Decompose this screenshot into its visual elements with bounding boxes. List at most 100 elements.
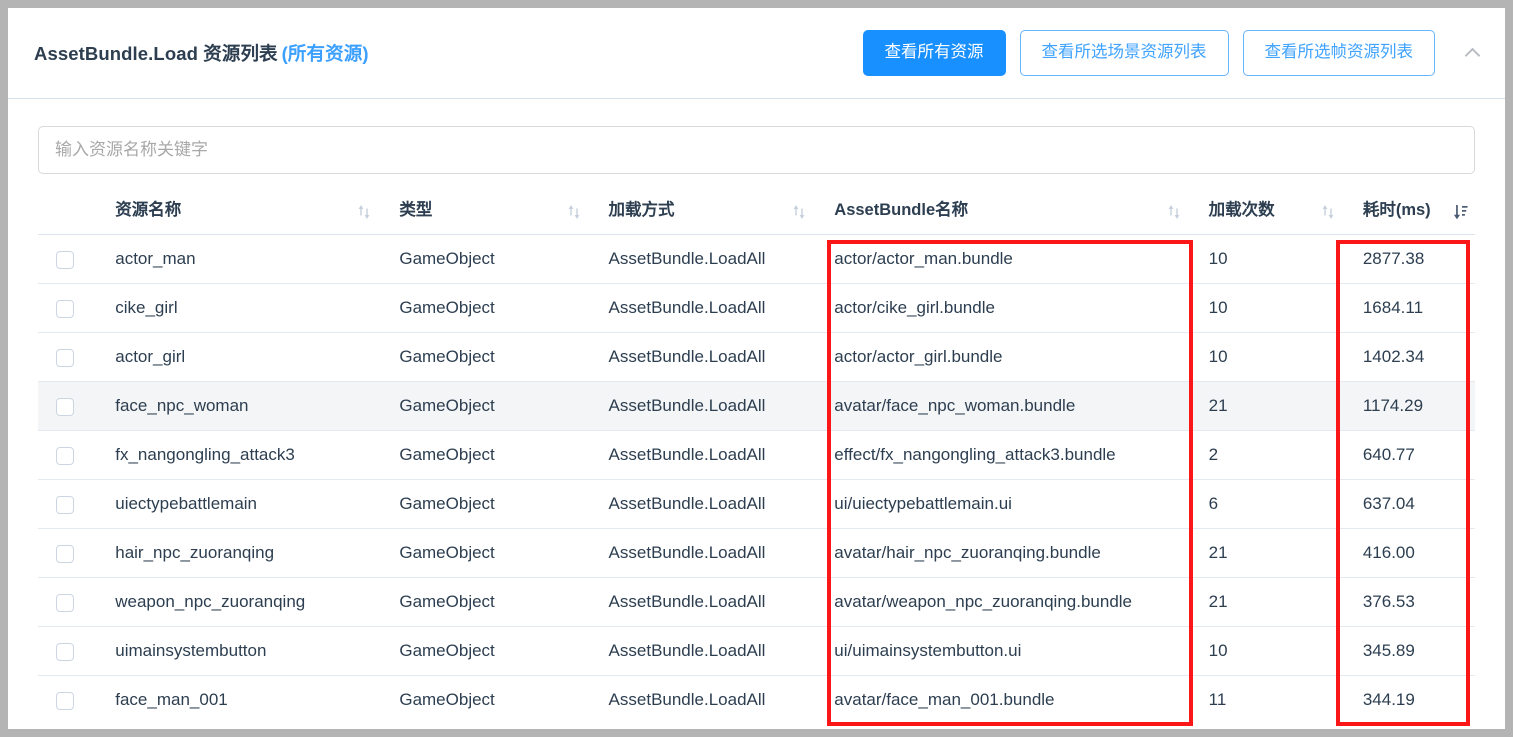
cell-type: GameObject <box>379 528 589 578</box>
column-header-cost-ms[interactable]: 耗时(ms) <box>1342 196 1475 235</box>
cell-assetbundle-name: effect/fx_nangongling_attack3.bundle <box>814 430 1189 480</box>
view-selected-scene-resources-button[interactable]: 查看所选场景资源列表 <box>1019 30 1229 76</box>
row-checkbox[interactable] <box>56 299 74 318</box>
page-title-main: AssetBundle.Load 资源列表 <box>34 43 278 64</box>
row-select-cell <box>38 577 96 627</box>
column-label-cost-ms: 耗时(ms) <box>1362 201 1431 219</box>
cell-cost-ms: 416.00 <box>1342 528 1475 578</box>
cell-type: GameObject <box>399 690 495 710</box>
cell-cost-ms: 1684.11 <box>1342 283 1475 333</box>
cell-resource-name: actor_man <box>95 234 380 284</box>
row-checkbox[interactable] <box>56 446 74 465</box>
column-header-load-count[interactable]: 加载次数 <box>1188 196 1343 235</box>
cell-load-count: 10 <box>1188 332 1343 382</box>
cell-type: GameObject <box>379 234 589 284</box>
table-row[interactable]: uimainsystembutton GameObject AssetBundle.… <box>38 626 1475 676</box>
resource-table-container: 资源名称 类型 加载方式 AssetBundle名称 加载次数 耗时(ms) a… <box>38 196 1475 726</box>
table-row[interactable]: cike_girl GameObject AssetBundle.LoadAll ac… <box>38 283 1475 333</box>
cell-load-count: 6 <box>1188 479 1343 529</box>
cell-load-count: 21 <box>1188 577 1343 627</box>
cell-cost-ms: 345.89 <box>1342 626 1475 676</box>
cell-cost-ms: 637.04 <box>1342 479 1475 529</box>
row-select-cell <box>38 430 96 480</box>
cell-type: GameObject <box>379 283 589 333</box>
column-header-type[interactable]: 类型 <box>379 196 589 235</box>
page-title: AssetBundle.Load 资源列表 (所有资源) <box>34 40 369 66</box>
row-checkbox[interactable] <box>56 397 74 416</box>
cell-load-count: 10 <box>1188 283 1343 333</box>
panel-header: AssetBundle.Load 资源列表 (所有资源) 查看所有资源 查看所选场… <box>8 8 1505 99</box>
cell-load-count: 21 <box>1188 528 1343 578</box>
row-checkbox[interactable] <box>56 348 74 367</box>
column-header-load-method[interactable]: 加载方式 <box>588 196 815 235</box>
sort-toggle-resource-name-icon[interactable] <box>357 204 371 220</box>
cell-assetbundle-name: ui/uimainsystembutton.ui <box>814 626 1189 676</box>
row-checkbox[interactable] <box>56 250 74 269</box>
table-row[interactable]: fx_nangongling_attack3 GameObject AssetBun… <box>38 430 1475 480</box>
cell-load-count: 21 <box>1188 381 1343 431</box>
cell-resource-name: actor_girl <box>95 332 380 382</box>
sort-toggle-load-method-icon[interactable] <box>792 204 806 220</box>
sort-toggle-assetbundle-name-icon[interactable] <box>1167 204 1181 220</box>
cell-load-count: 11 <box>1208 690 1227 710</box>
cell-resource-name: face_man_001 <box>115 690 228 710</box>
table-row[interactable]: uiectypebattlemain GameObject AssetBundle.… <box>38 479 1475 529</box>
row-checkbox[interactable] <box>56 544 74 563</box>
cell-load-method: AssetBundle.LoadAll <box>588 528 815 578</box>
cell-type: GameObject <box>379 332 589 382</box>
cell-cost-ms: 2877.38 <box>1342 234 1475 284</box>
table-row[interactable]: hair_npc_zuoranqing GameObject AssetBundle… <box>38 528 1475 578</box>
table-body: actor_man GameObject AssetBundle.LoadAll ac… <box>38 234 1475 725</box>
row-select-cell <box>38 676 95 725</box>
cell-assetbundle-name: ui/uiectypebattlemain.ui <box>814 479 1189 529</box>
cell-resource-name: cike_girl <box>95 283 380 333</box>
cell-assetbundle-name: avatar/weapon_npc_zuoranqing.bundle <box>814 577 1189 627</box>
table-row[interactable]: face_npc_woman GameObject AssetBundle.Load… <box>38 381 1475 431</box>
cell-resource-name: face_npc_woman <box>95 381 380 431</box>
cell-load-method: AssetBundle.LoadAll <box>588 381 815 431</box>
row-checkbox[interactable] <box>56 495 74 514</box>
cell-load-method: AssetBundle.LoadAll <box>588 626 815 676</box>
collapse-panel-button[interactable] <box>1457 38 1487 68</box>
view-all-resources-button[interactable]: 查看所有资源 <box>862 30 1006 76</box>
column-label-resource-name: 资源名称 <box>115 201 182 219</box>
column-label-load-method: 加载方式 <box>608 201 675 219</box>
cell-assetbundle-name: actor/actor_man.bundle <box>814 234 1189 284</box>
table-row[interactable]: actor_man GameObject AssetBundle.LoadAll ac… <box>38 234 1475 284</box>
cell-type: GameObject <box>379 479 589 529</box>
view-selected-frame-resources-button[interactable]: 查看所选帧资源列表 <box>1242 30 1435 76</box>
cell-resource-name: weapon_npc_zuoranqing <box>95 577 380 627</box>
cell-resource-name: uimainsystembutton <box>95 626 380 676</box>
cell-load-method: AssetBundle.LoadAll <box>588 332 815 382</box>
row-select-cell <box>38 528 96 578</box>
resource-table: 资源名称 类型 加载方式 AssetBundle名称 加载次数 耗时(ms) a… <box>38 196 1475 725</box>
header-actions: 查看所有资源 查看所选场景资源列表 查看所选帧资源列表 <box>862 30 1488 76</box>
row-select-cell <box>38 479 96 529</box>
panel-body: 资源名称 类型 加载方式 <box>8 99 1505 726</box>
table-row[interactable]: weapon_npc_zuoranqing GameObject AssetBund… <box>38 577 1475 627</box>
cell-resource-name: uiectypebattlemain <box>95 479 380 529</box>
row-checkbox[interactable] <box>56 691 74 710</box>
table-row[interactable]: face_man_001 GameObject AssetBundle.LoadAl… <box>38 676 1475 725</box>
cell-assetbundle-name: avatar/face_npc_woman.bundle <box>814 381 1189 431</box>
column-header-resource-name[interactable]: 资源名称 <box>95 196 380 235</box>
sort-toggle-load-count-icon[interactable] <box>1321 204 1335 220</box>
cell-cost-ms: 344.19 <box>1362 690 1415 710</box>
table-row[interactable]: actor_girl GameObject AssetBundle.LoadAll a… <box>38 332 1475 382</box>
cell-type: GameObject <box>379 430 589 480</box>
cell-cost-ms: 1174.29 <box>1342 381 1475 431</box>
cell-assetbundle-name: actor/cike_girl.bundle <box>814 283 1189 333</box>
cell-load-method: AssetBundle.LoadAll <box>588 234 815 284</box>
cell-cost-ms: 1402.34 <box>1342 332 1475 382</box>
sort-descending-active-icon[interactable] <box>1453 204 1468 220</box>
cell-load-count: 10 <box>1188 626 1343 676</box>
sort-toggle-type-icon[interactable] <box>567 204 581 220</box>
chevron-up-icon <box>1464 47 1480 63</box>
column-header-select <box>38 196 96 235</box>
row-checkbox[interactable] <box>56 593 74 612</box>
column-header-assetbundle-name[interactable]: AssetBundle名称 <box>814 196 1189 235</box>
row-select-cell <box>38 283 96 333</box>
search-input[interactable] <box>38 126 1475 174</box>
cell-load-method: AssetBundle.LoadAll <box>588 479 815 529</box>
row-checkbox[interactable] <box>56 642 74 661</box>
